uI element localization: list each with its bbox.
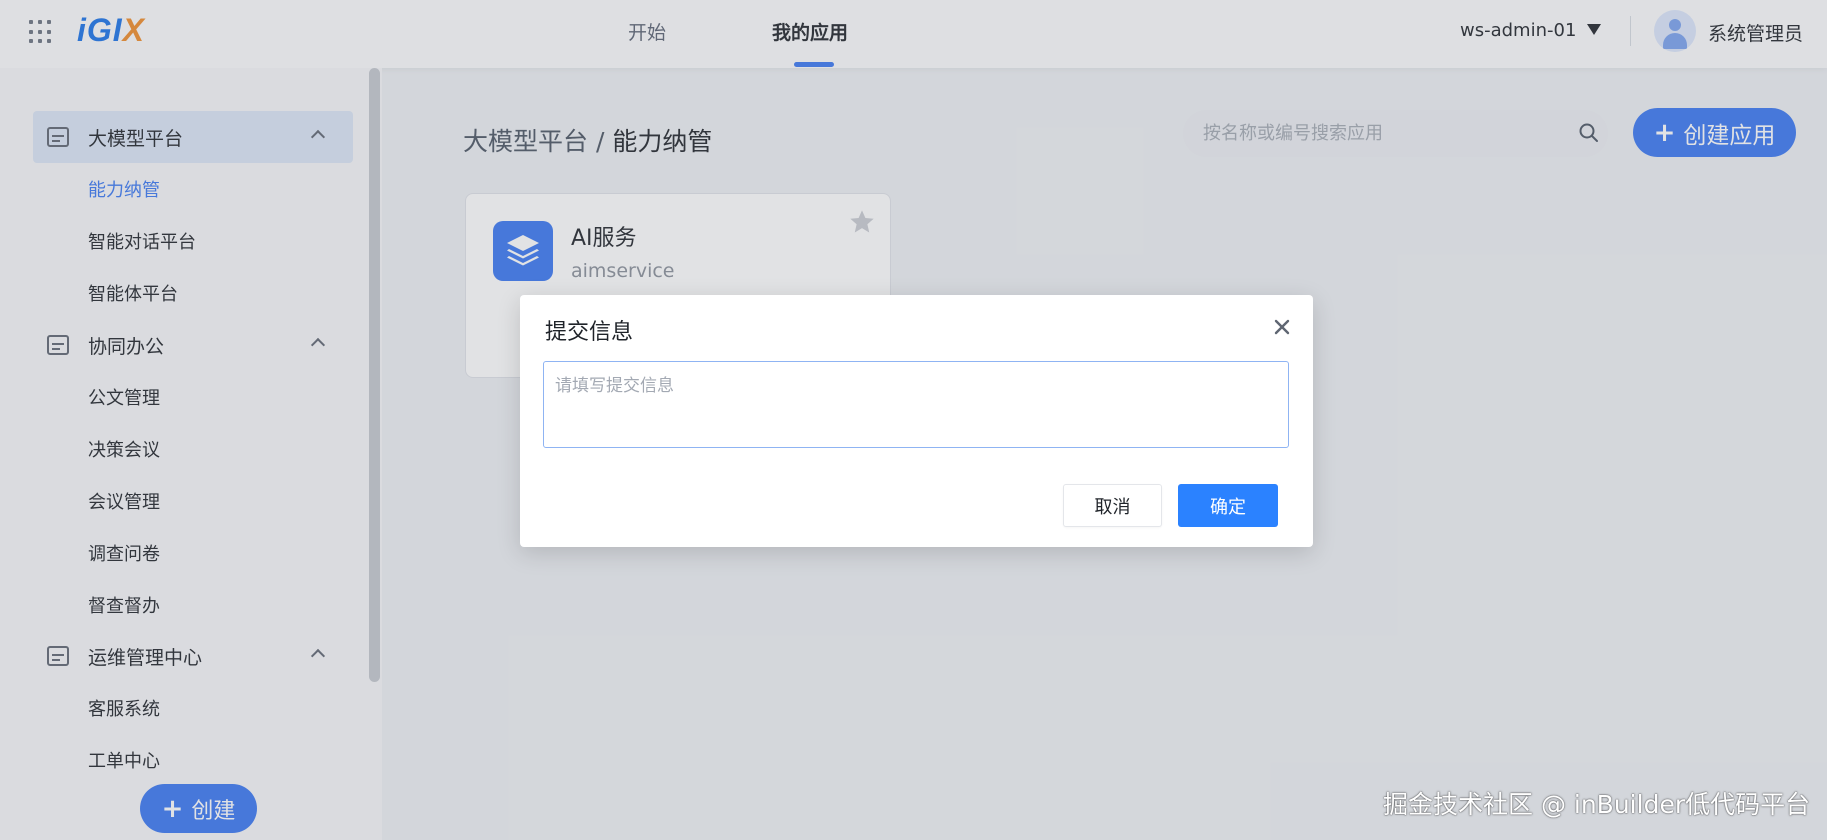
close-icon[interactable]	[1270, 315, 1294, 339]
dialog-title: 提交信息	[545, 320, 634, 345]
submit-info-dialog: 提交信息 取消 确定	[520, 295, 1313, 547]
cancel-button[interactable]: 取消	[1063, 484, 1162, 527]
watermark: 掘金技术社区 @ inBuilder低代码平台	[1383, 790, 1811, 819]
submit-info-textarea[interactable]	[543, 361, 1289, 448]
confirm-button[interactable]: 确定	[1178, 484, 1278, 527]
